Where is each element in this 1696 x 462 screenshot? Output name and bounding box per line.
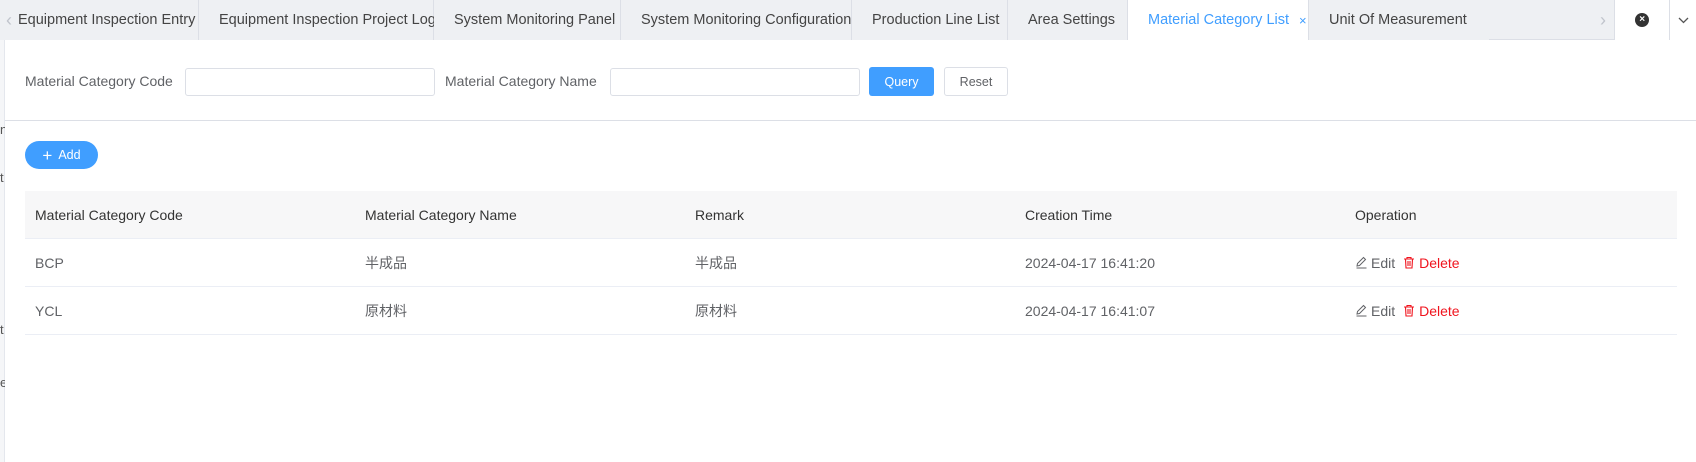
cell-code: YCL [35, 302, 63, 319]
add-button[interactable]: + Add [25, 141, 98, 169]
tab-close-icon[interactable]: × [1299, 13, 1307, 28]
cell-name: 半成品 [365, 254, 407, 271]
tab-bar: Equipment Inspection Entry Equipment Ins… [0, 0, 1696, 40]
trash-icon [1404, 304, 1415, 317]
tab-equipment-inspection-project-log[interactable]: Equipment Inspection Project Log [199, 0, 436, 40]
material-category-code-label: Material Category Code [25, 73, 173, 89]
material-category-name-label: Material Category Name [445, 73, 597, 89]
tab-list: Equipment Inspection Entry Equipment Ins… [0, 0, 1489, 40]
column-header-operation: Operation [1355, 206, 1417, 223]
table-row: YCL 原材料 原材料 2024-04-17 16:41:07 Edit Del… [25, 287, 1677, 335]
tab-production-line-list[interactable]: Production Line List [852, 0, 1008, 40]
plus-icon: + [42, 145, 53, 165]
tab-system-monitoring-configuration[interactable]: System Monitoring Configuration [621, 0, 852, 40]
edit-label: Edit [1371, 254, 1396, 271]
edit-button[interactable]: Edit [1355, 255, 1395, 271]
add-button-label: Add [58, 148, 81, 162]
close-all-tabs-button[interactable]: × [1615, 0, 1671, 40]
sidebar-fragment: t [0, 322, 4, 337]
reset-button[interactable]: Reset [944, 67, 1008, 96]
chevron-right-icon[interactable]: › [1592, 0, 1614, 40]
column-header-remark: Remark [695, 206, 745, 223]
cell-operation: Edit Delete [1345, 303, 1677, 319]
delete-label: Delete [1419, 254, 1460, 271]
material-category-name-input[interactable] [610, 68, 860, 96]
tab-material-category-list[interactable]: Material Category List × [1128, 0, 1309, 40]
tab-equipment-inspection-entry[interactable]: Equipment Inspection Entry [0, 0, 199, 40]
tab-area-settings[interactable]: Area Settings [1008, 0, 1128, 40]
tab-system-monitoring-panel[interactable]: System Monitoring Panel [434, 0, 621, 40]
delete-button[interactable]: Delete [1403, 254, 1460, 271]
cell-creation-time: 2024-04-17 16:41:20 [1025, 254, 1155, 271]
material-category-table: Material Category Code Material Category… [25, 191, 1677, 335]
main-content: Material Category Code Material Category… [5, 40, 1696, 462]
delete-label: Delete [1419, 302, 1460, 319]
cell-remark: 半成品 [695, 254, 737, 271]
cell-creation-time: 2024-04-17 16:41:07 [1025, 302, 1155, 319]
cell-name: 原材料 [365, 302, 407, 319]
chevron-left-icon[interactable]: ‹ [0, 0, 18, 40]
edit-icon [1356, 256, 1367, 269]
cell-operation: Edit Delete [1345, 255, 1677, 271]
sidebar-fragment: t [0, 170, 4, 185]
table-header: Material Category Code Material Category… [25, 191, 1677, 239]
close-circle-icon: × [1635, 13, 1650, 27]
table-row: BCP 半成品 半成品 2024-04-17 16:41:20 Edit Del… [25, 239, 1677, 287]
chevron-down-icon[interactable] [1670, 0, 1696, 40]
column-header-name: Material Category Name [365, 206, 517, 223]
column-header-code: Material Category Code [35, 206, 183, 223]
material-category-code-input[interactable] [185, 68, 435, 96]
edit-button[interactable]: Edit [1355, 303, 1395, 319]
search-form: Material Category Code Material Category… [5, 40, 1696, 121]
tab-unit-of-measurement[interactable]: Unit Of Measurement [1309, 0, 1489, 40]
trash-icon [1404, 256, 1415, 269]
cell-remark: 原材料 [695, 302, 737, 319]
query-button[interactable]: Query [869, 67, 934, 96]
cell-code: BCP [35, 254, 64, 271]
edit-icon [1356, 304, 1367, 317]
edit-label: Edit [1371, 302, 1396, 319]
column-header-creation-time: Creation Time [1025, 206, 1113, 223]
tab-actions: × [1614, 0, 1696, 40]
delete-button[interactable]: Delete [1403, 302, 1460, 319]
